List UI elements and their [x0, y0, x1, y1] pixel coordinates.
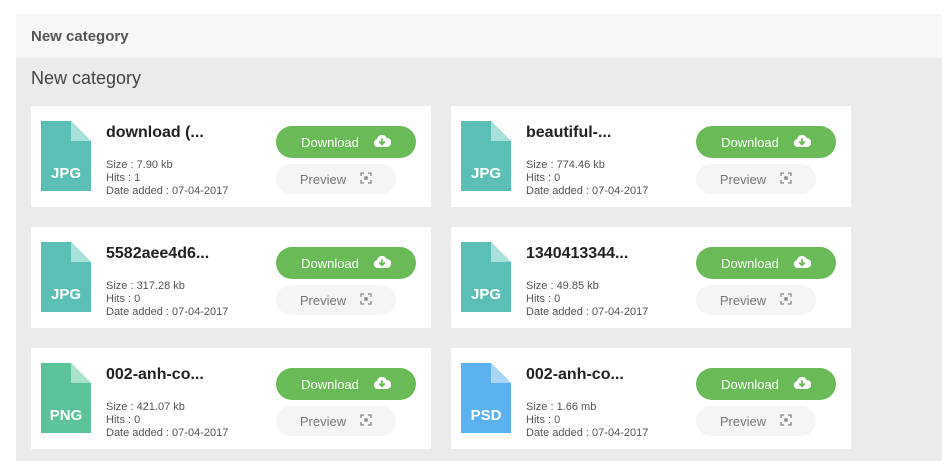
file-hits: Hits : 0: [526, 172, 561, 184]
fullscreen-focus-icon: [360, 292, 372, 308]
cloud-download-icon: [373, 134, 392, 151]
file-meta: Size : 421.07 kb Hits : 0 Date added : 0…: [106, 401, 228, 440]
file-date-added: Date added : 07-04-2017: [106, 306, 229, 318]
cloud-download-icon: [373, 376, 392, 393]
file-extension-label: JPG: [50, 286, 81, 303]
file-card: JPG download (... Size : 7.90 kb Hits : …: [31, 106, 431, 207]
download-button[interactable]: Download: [696, 126, 836, 158]
file-card: PNG 002-anh-co... Size : 421.07 kb Hits …: [31, 348, 431, 449]
preview-button-label: Preview: [719, 413, 767, 429]
fullscreen-focus-icon: [360, 171, 372, 187]
top-bar: New category: [16, 14, 942, 58]
cloud-download-icon: [793, 255, 812, 272]
file-meta: Size : 317.28 kb Hits : 0 Date added : 0…: [106, 280, 228, 319]
file-name: download (...: [106, 124, 204, 141]
download-button[interactable]: Download: [696, 368, 836, 400]
file-type-icon: JPG: [461, 242, 511, 312]
file-hits: Hits : 0: [526, 414, 561, 426]
file-type-icon: PNG: [41, 363, 91, 433]
file-hits: Hits : 0: [106, 414, 141, 426]
file-name: 1340413344...: [526, 245, 629, 262]
file-name: 5582aee4d6...: [106, 245, 210, 262]
file-date-added: Date added : 07-04-2017: [106, 427, 229, 439]
preview-button-label: Preview: [719, 171, 767, 187]
file-type-icon: JPG: [461, 121, 511, 191]
file-name: 002-anh-co...: [106, 366, 204, 383]
cloud-download-icon: [793, 134, 812, 151]
download-button-label: Download: [301, 134, 359, 150]
preview-button[interactable]: Preview: [696, 164, 816, 194]
preview-button[interactable]: Preview: [696, 406, 816, 436]
file-card: JPG beautiful-... Size : 774.46 kb Hits …: [451, 106, 851, 207]
download-button[interactable]: Download: [696, 247, 836, 279]
file-extension-label: PNG: [49, 407, 83, 424]
file-extension-label: JPG: [50, 165, 81, 182]
file-extension-label: JPG: [470, 165, 501, 182]
download-button-label: Download: [301, 255, 359, 271]
file-date-added: Date added : 07-04-2017: [526, 185, 649, 197]
fullscreen-focus-icon: [360, 413, 372, 429]
file-date-added: Date added : 07-04-2017: [526, 306, 649, 318]
file-type-icon: JPG: [41, 121, 91, 191]
file-name: beautiful-...: [526, 124, 612, 141]
fullscreen-focus-icon: [780, 171, 792, 187]
file-size: Size : 49.85 kb: [526, 280, 599, 292]
preview-button[interactable]: Preview: [276, 285, 396, 315]
download-button-label: Download: [721, 134, 779, 150]
file-meta: Size : 49.85 kb Hits : 0 Date added : 07…: [526, 280, 648, 319]
file-card: JPG 5582aee4d6... Size : 317.28 kb Hits …: [31, 227, 431, 328]
cloud-download-icon: [793, 376, 812, 393]
download-button-label: Download: [721, 255, 779, 271]
download-button-label: Download: [721, 376, 779, 392]
file-card: JPG 1340413344... Size : 49.85 kb Hits :…: [451, 227, 851, 328]
cloud-download-icon: [373, 255, 392, 272]
file-size: Size : 774.46 kb: [526, 159, 605, 171]
file-hits: Hits : 0: [106, 293, 141, 305]
fullscreen-focus-icon: [780, 413, 792, 429]
preview-button-label: Preview: [299, 292, 347, 308]
file-meta: Size : 7.90 kb Hits : 1 Date added : 07-…: [106, 159, 228, 198]
fullscreen-focus-icon: [780, 292, 792, 308]
file-type-icon: JPG: [41, 242, 91, 312]
download-button[interactable]: Download: [276, 368, 416, 400]
file-size: Size : 7.90 kb: [106, 159, 173, 171]
preview-button-label: Preview: [299, 413, 347, 429]
file-name: 002-anh-co...: [526, 366, 624, 383]
file-meta: Size : 774.46 kb Hits : 0 Date added : 0…: [526, 159, 648, 198]
preview-button-label: Preview: [719, 292, 767, 308]
file-size: Size : 317.28 kb: [106, 280, 185, 292]
preview-button[interactable]: Preview: [696, 285, 816, 315]
file-size: Size : 1.66 mb: [526, 401, 597, 413]
file-meta: Size : 1.66 mb Hits : 0 Date added : 07-…: [526, 401, 648, 440]
preview-button[interactable]: Preview: [276, 164, 396, 194]
download-button[interactable]: Download: [276, 247, 416, 279]
file-size: Size : 421.07 kb: [106, 401, 185, 413]
top-bar-title: New category: [31, 28, 129, 45]
download-button-label: Download: [301, 376, 359, 392]
preview-button-label: Preview: [299, 171, 347, 187]
file-date-added: Date added : 07-04-2017: [526, 427, 649, 439]
category-heading: New category: [31, 68, 142, 88]
file-date-added: Date added : 07-04-2017: [106, 185, 229, 197]
file-hits: Hits : 1: [106, 172, 141, 184]
file-extension-label: JPG: [470, 286, 501, 303]
preview-button[interactable]: Preview: [276, 406, 396, 436]
download-button[interactable]: Download: [276, 126, 416, 158]
file-hits: Hits : 0: [526, 293, 561, 305]
file-type-icon: PSD: [461, 363, 511, 433]
file-extension-label: PSD: [470, 407, 502, 424]
file-card: PSD 002-anh-co... Size : 1.66 mb Hits : …: [451, 348, 851, 449]
